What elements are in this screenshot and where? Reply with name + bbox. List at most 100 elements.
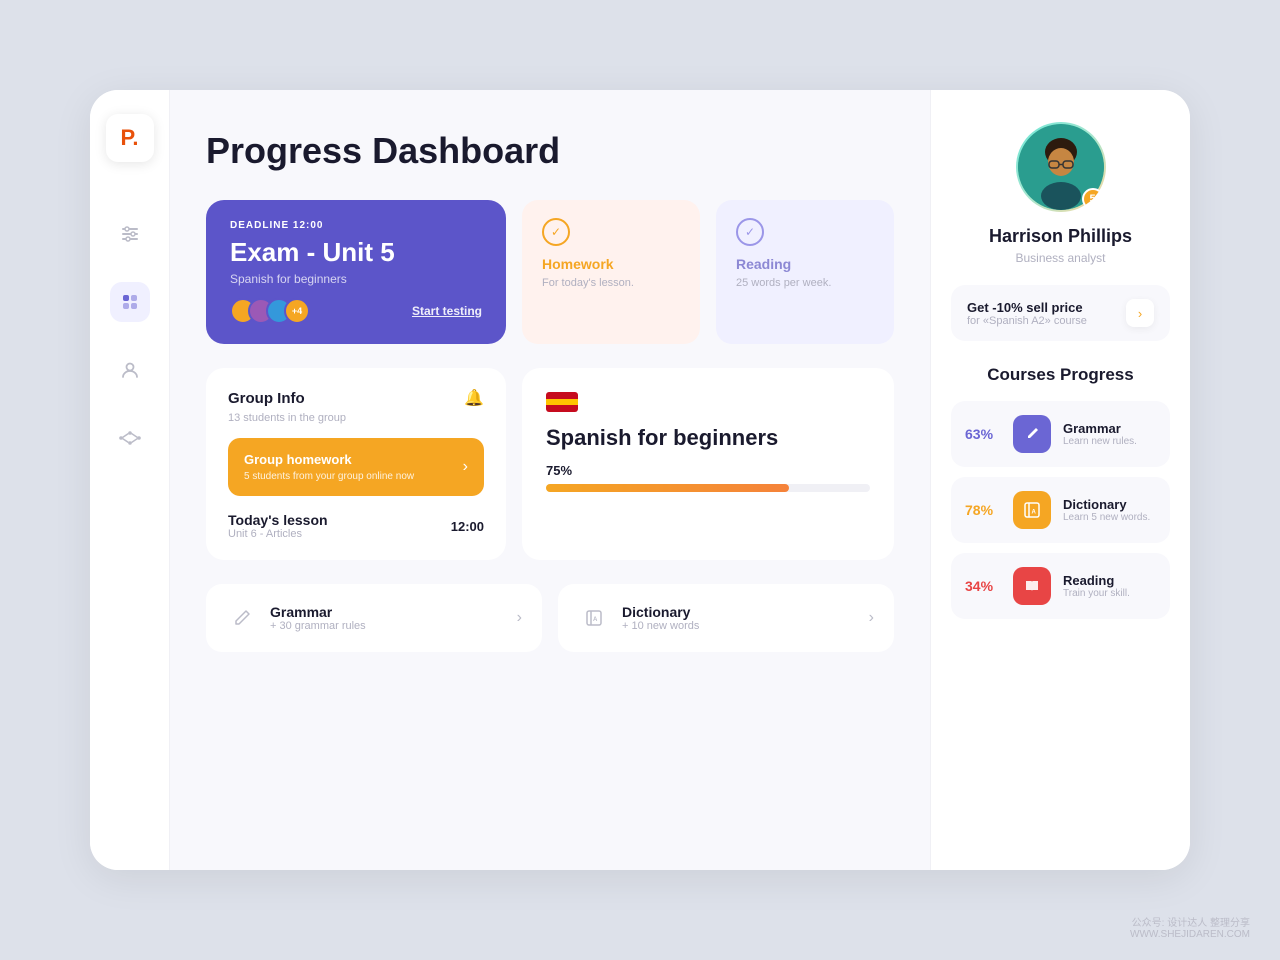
dictionary-card-title: Dictionary <box>622 604 699 620</box>
group-subtitle: 13 students in the group <box>228 412 484 424</box>
spanish-card: Spanish for beginners 75% <box>522 368 894 560</box>
reading-info: Reading Train your skill. <box>1063 573 1156 599</box>
sidebar-item-network[interactable] <box>110 418 150 458</box>
homework-card: ✓ Homework For today's lesson. <box>522 200 700 344</box>
dictionary-course-name: Dictionary <box>1063 497 1156 512</box>
reading-course-desc: Train your skill. <box>1063 588 1156 599</box>
grammar-card-title: Grammar <box>270 604 366 620</box>
homework-title: Homework <box>542 256 680 272</box>
exam-title: Exam - Unit 5 <box>230 237 482 268</box>
grammar-course-name: Grammar <box>1063 421 1156 436</box>
bottom-row: Grammar + 30 grammar rules › A <box>206 584 894 652</box>
homework-btn-sub: 5 students from your group online now <box>244 471 414 482</box>
start-testing-link[interactable]: Start testing <box>412 304 482 318</box>
course-grammar: 63% Grammar Learn new rules. <box>951 401 1170 467</box>
sidebar: P. <box>90 90 170 870</box>
group-homework-button[interactable]: Group homework 5 students from your grou… <box>228 438 484 496</box>
reading-course-name: Reading <box>1063 573 1156 588</box>
promo-title: Get -10% sell price <box>967 300 1087 315</box>
course-dictionary: 78% A Dictionary Learn 5 new words. <box>951 477 1170 543</box>
bell-icon[interactable]: 🔔 <box>464 388 484 408</box>
promo-arrow-icon: › <box>1126 299 1154 327</box>
profile-avatar: 5 <box>1016 122 1106 212</box>
spain-flag <box>546 392 578 412</box>
lesson-subtitle: Unit 6 - Articles <box>228 528 328 540</box>
group-card-header: Group Info 🔔 <box>228 388 484 408</box>
main-content: Progress Dashboard DEADLINE 12:00 Exam -… <box>170 90 930 870</box>
flag-top <box>546 392 578 399</box>
lesson-time: 12:00 <box>451 519 484 534</box>
homework-desc: For today's lesson. <box>542 276 680 291</box>
profile-name: Harrison Phillips <box>989 226 1132 247</box>
watermark-line2: WWW.SHEJIDAREN.COM <box>1130 929 1250 940</box>
notification-badge: 5 <box>1082 188 1104 210</box>
homework-arrow-icon: › <box>463 458 468 476</box>
profile-role: Business analyst <box>1015 251 1105 265</box>
dictionary-info: Dictionary Learn 5 new words. <box>1063 497 1156 523</box>
dictionary-arrow-icon: › <box>869 609 874 627</box>
reading-check-icon: ✓ <box>736 218 764 246</box>
homework-btn-content: Group homework 5 students from your grou… <box>244 452 414 482</box>
sidebar-item-person[interactable] <box>110 350 150 390</box>
grammar-card-left: Grammar + 30 grammar rules <box>226 602 366 634</box>
course-reading: 34% Reading Train your skill. <box>951 553 1170 619</box>
logo[interactable]: P. <box>106 114 154 162</box>
reading-card: ✓ Reading 25 words per week. <box>716 200 894 344</box>
grammar-pencil-icon <box>226 602 258 634</box>
dictionary-card-left: A Dictionary + 10 new words <box>578 602 699 634</box>
grammar-icon <box>1013 415 1051 453</box>
lesson-info: Today's lesson Unit 6 - Articles <box>228 512 328 540</box>
dictionary-course-desc: Learn 5 new words. <box>1063 512 1156 523</box>
group-card: Group Info 🔔 13 students in the group Gr… <box>206 368 506 560</box>
exam-deadline: DEADLINE 12:00 <box>230 220 482 231</box>
exam-footer: +4 Start testing <box>230 298 482 324</box>
group-title: Group Info <box>228 390 305 407</box>
reading-desc: 25 words per week. <box>736 276 874 291</box>
watermark: 公众号: 设计达人 整理分享 WWW.SHEJIDAREN.COM <box>1130 914 1250 940</box>
middle-row: Group Info 🔔 13 students in the group Gr… <box>206 368 894 560</box>
reading-title: Reading <box>736 256 874 272</box>
grammar-card-sub: + 30 grammar rules <box>270 620 366 632</box>
grammar-percent: 63% <box>965 426 1001 442</box>
flag-bottom <box>546 405 578 412</box>
flag-middle <box>546 399 578 406</box>
promo-card[interactable]: Get -10% sell price for «Spanish A2» cou… <box>951 285 1170 341</box>
progress-percent: 75% <box>546 463 870 478</box>
svg-text:A: A <box>593 617 598 623</box>
exam-subtitle: Spanish for beginners <box>230 272 482 286</box>
right-panel: 5 Harrison Phillips Business analyst Get… <box>930 90 1190 870</box>
reading-percent: 34% <box>965 578 1001 594</box>
watermark-line1: 公众号: 设计达人 整理分享 <box>1130 914 1250 929</box>
homework-btn-title: Group homework <box>244 452 414 467</box>
progress-bar-fill <box>546 484 789 492</box>
avatar-count: +4 <box>284 298 310 324</box>
today-lesson: Today's lesson Unit 6 - Articles 12:00 <box>228 512 484 540</box>
reading-icon <box>1013 567 1051 605</box>
svg-text:A: A <box>1032 510 1037 516</box>
avatar-group: +4 <box>230 298 310 324</box>
lesson-title: Today's lesson <box>228 512 328 528</box>
exam-card: DEADLINE 12:00 Exam - Unit 5 Spanish for… <box>206 200 506 344</box>
sidebar-item-grid[interactable] <box>110 282 150 322</box>
grammar-course-desc: Learn new rules. <box>1063 436 1156 447</box>
grammar-card-text: Grammar + 30 grammar rules <box>270 604 366 632</box>
promo-subtitle: for «Spanish A2» course <box>967 315 1087 327</box>
main-card: P. <box>90 90 1190 870</box>
page-title: Progress Dashboard <box>206 130 894 172</box>
grammar-bottom-card[interactable]: Grammar + 30 grammar rules › <box>206 584 542 652</box>
spanish-title: Spanish for beginners <box>546 424 870 453</box>
promo-text: Get -10% sell price for «Spanish A2» cou… <box>967 300 1087 327</box>
progress-bar-bg <box>546 484 870 492</box>
homework-check-icon: ✓ <box>542 218 570 246</box>
grammar-info: Grammar Learn new rules. <box>1063 421 1156 447</box>
dictionary-card-sub: + 10 new words <box>622 620 699 632</box>
dictionary-card-text: Dictionary + 10 new words <box>622 604 699 632</box>
courses-title: Courses Progress <box>987 365 1133 385</box>
sidebar-item-sliders[interactable] <box>110 214 150 254</box>
dictionary-percent: 78% <box>965 502 1001 518</box>
top-row: DEADLINE 12:00 Exam - Unit 5 Spanish for… <box>206 200 894 344</box>
dictionary-icon: A <box>1013 491 1051 529</box>
dictionary-bottom-card[interactable]: A Dictionary + 10 new words › <box>558 584 894 652</box>
dictionary-book-icon: A <box>578 602 610 634</box>
grammar-arrow-icon: › <box>517 609 522 627</box>
